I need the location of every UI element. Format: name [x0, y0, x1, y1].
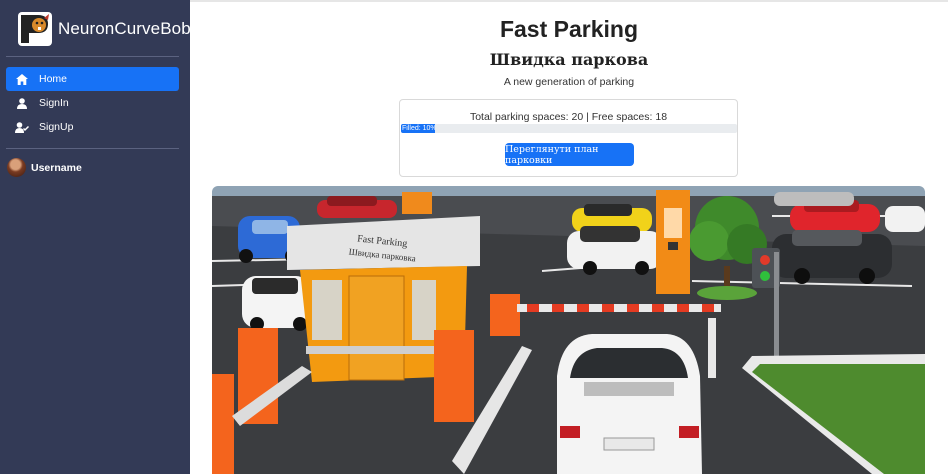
sidebar-item-home[interactable]: Home: [6, 67, 179, 91]
user-check-icon: [15, 120, 29, 134]
home-icon: [15, 72, 29, 86]
progress-fill: Filled: 10%: [401, 124, 435, 133]
sidebar-divider: [6, 148, 179, 149]
brand[interactable]: NeuronCurveBobr: [18, 12, 197, 46]
sidebar: NeuronCurveBobr Home SignIn SignUp Usern…: [0, 0, 196, 474]
parking-stats-text: Total parking spaces: 20 | Free spaces: …: [469, 111, 668, 123]
sidebar-item-label: SignIn: [39, 97, 69, 109]
sidebar-item-label: Home: [39, 73, 68, 85]
parking-stats-card: Total parking spaces: 20 | Free spaces: …: [399, 99, 738, 177]
tagline: A new generation of parking: [503, 76, 635, 88]
sidebar-item-signin[interactable]: SignIn: [6, 91, 179, 115]
user-icon: [15, 96, 29, 110]
page-title: Fast Parking: [499, 16, 639, 42]
sidebar-divider: [6, 56, 179, 57]
user-menu[interactable]: Username: [7, 158, 82, 177]
beaver-logo-icon: [18, 12, 52, 46]
sidebar-item-signup[interactable]: SignUp: [6, 115, 179, 139]
sidebar-item-label: SignUp: [39, 121, 74, 133]
brand-name: NeuronCurveBobr: [58, 19, 197, 38]
avatar: [7, 158, 26, 177]
page-subtitle: Швидка паркова: [489, 50, 649, 69]
filled-progress-bar: Filled: 10%: [401, 124, 737, 133]
username: Username: [31, 161, 82, 174]
parking-hero-image: Fast Parking Швидка парковка: [212, 186, 925, 474]
view-parking-plan-button[interactable]: Переглянути план парковки: [505, 143, 634, 166]
top-border: [190, 0, 948, 2]
